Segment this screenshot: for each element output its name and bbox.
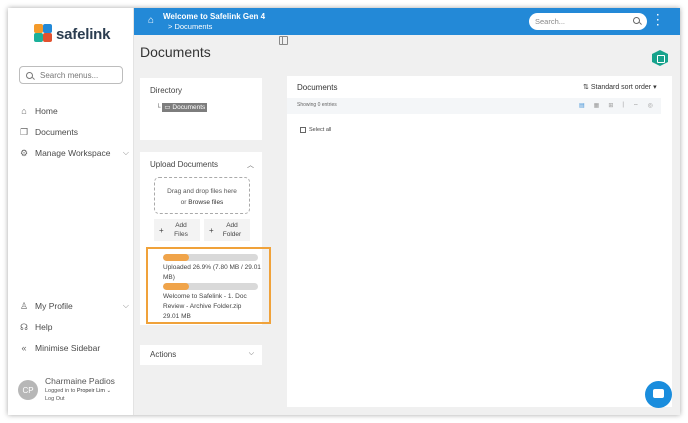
org-selector[interactable]: Propeir Lim <box>77 388 105 394</box>
logout-link[interactable]: Log Out <box>45 396 115 402</box>
actions-card[interactable]: Actions ⌵ <box>140 345 262 365</box>
plus-icon: + <box>159 226 164 235</box>
chevron-down-icon[interactable]: ⌄ <box>106 388 111 394</box>
sidebar-item-label: Help <box>35 322 53 332</box>
kebab-menu-icon[interactable]: · · · <box>656 11 660 31</box>
list-view-icon[interactable]: ▤ <box>579 102 585 110</box>
documents-icon: ❐ <box>19 126 29 137</box>
upload-file-name: Welcome to Safelink - 1. Doc Review - Ar… <box>163 293 247 310</box>
sidebar-item-label: Documents <box>35 127 78 137</box>
drop-zone-text: Drag and drop files here <box>167 188 237 195</box>
sidebar-item-label: Minimise Sidebar <box>35 343 101 353</box>
actions-heading: Actions ⌵ <box>140 345 262 367</box>
add-files-label: Add Files <box>174 222 188 238</box>
sidebar-item-label: My Profile <box>35 301 73 311</box>
user-name: Charmaine Padios <box>45 376 115 386</box>
sort-icon: ⇅ <box>583 84 589 91</box>
double-chevron-left-icon: « <box>21 343 27 353</box>
brand-name: safelink <box>56 25 111 43</box>
caret-down-icon: ▾ <box>653 84 657 91</box>
add-files-button[interactable]: + Add Files <box>154 219 200 241</box>
upload-file-size: 29.01 MB <box>163 313 191 320</box>
search-icon[interactable] <box>633 17 640 24</box>
sidebar-item-home[interactable]: ⌂ Home <box>19 106 129 116</box>
upload-progress-highlight: Uploaded 26.9% (7.80 MB / 29.01 MB) Welc… <box>146 247 271 324</box>
chevron-down-icon: ⌵ <box>248 350 254 357</box>
directory-card: Directory └ ▭ Documents <box>140 78 262 140</box>
file-progress-bar <box>163 283 258 290</box>
chart-icon[interactable]: ⊞ <box>608 102 613 110</box>
sidebar-item-documents[interactable]: ❐ Documents <box>19 126 129 138</box>
entries-count: Showing 0 entries <box>297 102 337 108</box>
sort-order-dropdown[interactable]: ⇅ Standard sort order ▾ <box>583 83 657 91</box>
select-all-label: Select all <box>309 127 332 133</box>
folder-icon: ▭ <box>164 104 171 111</box>
overall-progress-fill <box>163 254 189 261</box>
view-options: ▤ ▦ ⊞ | ⌔ ◎ <box>579 102 653 110</box>
user-profile: CP Charmaine Padios Logged in to Propeir… <box>18 376 115 402</box>
sidebar-item-label: Home <box>35 106 58 116</box>
search-icon <box>26 71 33 79</box>
home-icon: ⌂ <box>21 106 27 116</box>
drop-zone-or: or <box>180 199 187 206</box>
home-icon[interactable]: ⌂ <box>148 15 154 26</box>
sidebar-item-manage-workspace[interactable]: ⚙ Manage Workspace ⌵ <box>19 147 129 159</box>
top-header: ⌂ Welcome to Safelink Gen 4 > Documents … <box>134 8 680 35</box>
collapse-panel-icon[interactable] <box>279 36 288 45</box>
documents-heading: Documents <box>297 83 338 92</box>
sidebar: safelink Search menus... ⌂ Home ❐ Docume… <box>8 8 134 415</box>
tree-node-documents[interactable]: ▭ Documents <box>162 103 208 112</box>
list-toolbar: Showing 0 entries ▤ ▦ ⊞ | ⌔ ◎ <box>287 98 661 114</box>
gear-icon: ⚙ <box>19 147 29 158</box>
upload-heading-label: Upload Documents <box>150 160 219 169</box>
safelink-logo-icon <box>34 24 52 44</box>
overall-progress-text: Uploaded 26.9% (7.80 MB / 29.01 MB) <box>163 264 261 281</box>
browse-files-link[interactable]: Browse files <box>188 199 223 206</box>
add-folder-button[interactable]: + Add Folder <box>204 219 250 241</box>
chat-support-icon[interactable] <box>645 381 672 408</box>
grid-view-icon[interactable]: ▦ <box>594 102 600 110</box>
plus-icon: + <box>209 226 214 235</box>
minimise-sidebar-button[interactable]: « Minimise Sidebar <box>19 343 129 353</box>
headset-icon: ☊ <box>20 321 28 332</box>
chevron-up-icon: ︿ <box>247 162 254 169</box>
sort-order-label: Standard sort order <box>590 84 652 91</box>
file-progress-fill <box>163 283 189 290</box>
logged-in-line: Logged in to Propeir Lim ⌄ <box>45 388 115 394</box>
drop-zone-browse-line: or Browse files <box>155 197 249 208</box>
tree-branch-icon: └ <box>156 104 161 111</box>
actions-heading-label: Actions <box>150 350 177 359</box>
directory-heading: Directory <box>150 86 183 95</box>
page-title: Documents <box>140 44 211 60</box>
sidebar-item-label: Manage Workspace <box>35 148 111 158</box>
header-search-input[interactable]: Search... <box>529 13 647 30</box>
filter-icon[interactable]: ⌔ <box>633 102 639 110</box>
breadcrumb[interactable]: > Documents <box>168 22 212 31</box>
safelink-logo[interactable]: safelink <box>34 24 110 44</box>
select-all-checkbox[interactable] <box>300 127 306 133</box>
header-search-placeholder: Search... <box>535 17 566 26</box>
avatar[interactable]: CP <box>18 380 38 400</box>
add-folder-label: Add Folder <box>222 222 242 238</box>
sidebar-item-my-profile[interactable]: ♙ My Profile ⌵ <box>19 300 129 312</box>
menu-search-placeholder: Search menus... <box>40 70 99 80</box>
overall-progress-bar <box>163 254 258 261</box>
menu-search-input[interactable]: Search menus... <box>19 66 123 84</box>
upload-heading[interactable]: Upload Documents ︿ <box>140 152 262 177</box>
chevron-down-icon: ⌵ <box>122 148 129 157</box>
settings-icon[interactable]: ◎ <box>648 102 653 110</box>
chevron-down-icon: ⌵ <box>122 301 129 310</box>
sidebar-item-help[interactable]: ☊ Help <box>19 321 129 333</box>
header-title[interactable]: Welcome to Safelink Gen 4 <box>163 12 265 21</box>
logged-in-prefix: Logged in to <box>45 388 76 394</box>
directory-tree: └ ▭ Documents <box>140 103 262 112</box>
divider: | <box>622 102 624 108</box>
documents-list-panel: Documents ⇅ Standard sort order ▾ Showin… <box>287 76 672 407</box>
add-buttons-row: + Add Files + Add Folder <box>154 219 250 241</box>
user-icon: ♙ <box>19 300 29 311</box>
drop-zone[interactable]: Drag and drop files here or Browse files <box>154 177 250 214</box>
select-all[interactable]: Select all <box>300 127 331 133</box>
tree-node-label: Documents <box>172 104 206 111</box>
